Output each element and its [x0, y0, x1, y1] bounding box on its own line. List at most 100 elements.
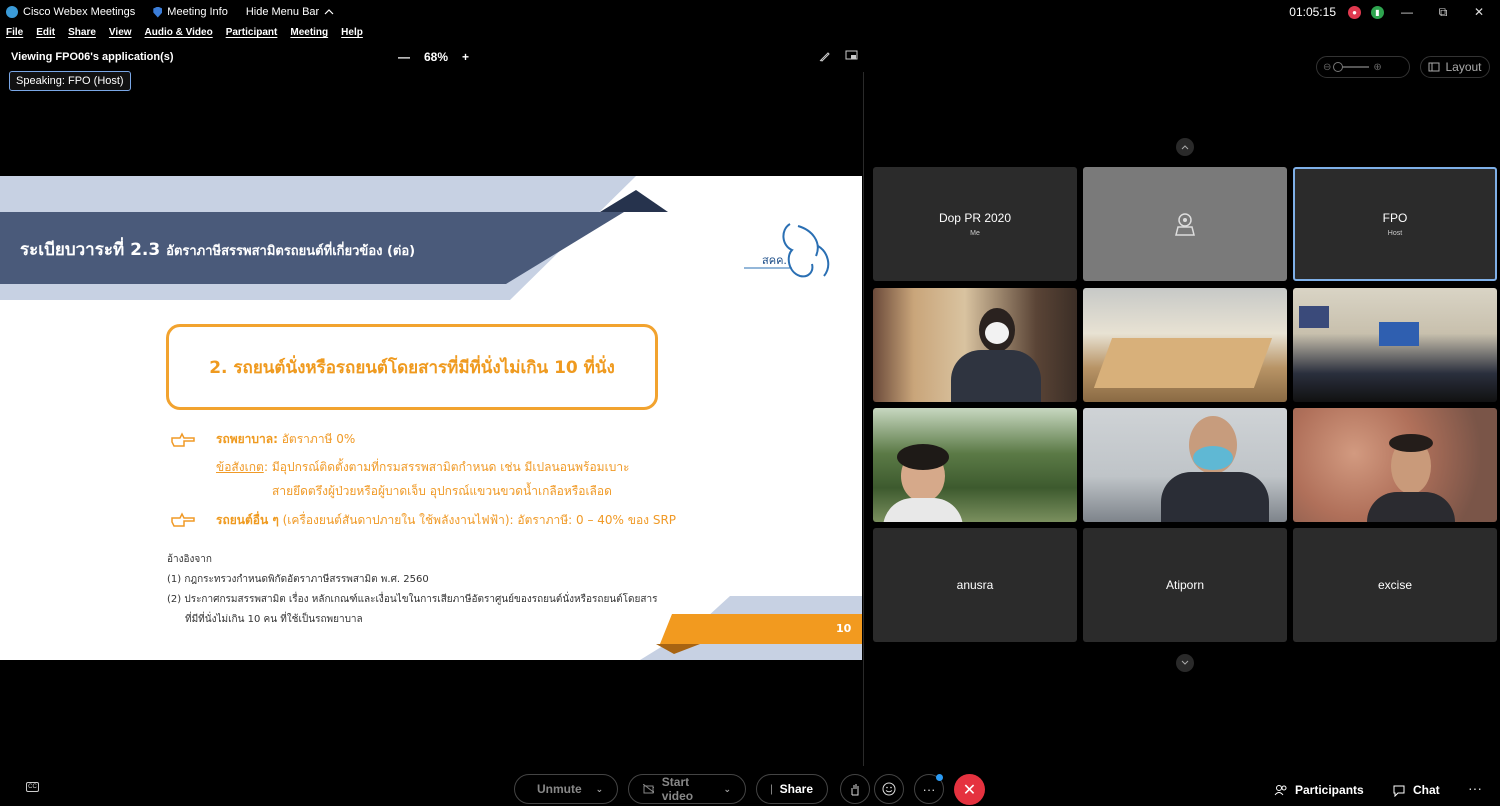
screen-display [1379, 322, 1419, 346]
menu-help[interactable]: Help [341, 27, 363, 43]
start-video-button[interactable]: Start video ⌄ [628, 774, 746, 804]
video-tile-woman-mask[interactable] [873, 288, 1077, 402]
video-layout-controls: ⊖ ⊕ Layout [1316, 56, 1490, 78]
smiley-icon [882, 782, 896, 796]
slide-title-main: ระเบียบวาระที่ 2.3 [20, 240, 161, 260]
face-mask [985, 322, 1009, 344]
slider-knob[interactable] [1333, 62, 1344, 72]
person-body [883, 498, 963, 522]
person-body [951, 350, 1041, 402]
participant-name: Dop PR 2020 [938, 211, 1012, 225]
app-title: Cisco Webex Meetings [0, 6, 135, 18]
video-zoom-slider[interactable]: ⊖ ⊕ [1316, 56, 1410, 78]
raise-hand-button[interactable] [840, 774, 870, 804]
hide-menu-bar-button[interactable]: Hide Menu Bar [246, 6, 334, 18]
chevron-down-icon [1181, 660, 1189, 665]
bullet-other-cars: รถยนต์อื่น ๆ (เครื่องยนต์สันดาปภายใน ใช้… [216, 511, 676, 530]
menu-file[interactable]: File [6, 27, 23, 43]
panel-more-button[interactable]: ··· [1468, 780, 1482, 796]
share-label: Share [779, 782, 813, 796]
recording-icon[interactable]: ● [1348, 5, 1361, 19]
participant-name: anusra [956, 578, 994, 592]
slider-track[interactable] [1333, 62, 1370, 72]
app-name: Cisco Webex Meetings [23, 6, 136, 18]
meeting-info-button[interactable]: Meeting Info [153, 6, 228, 18]
restore-button[interactable]: ⧉ [1430, 5, 1456, 20]
video-off-icon [643, 784, 654, 794]
person-body [1367, 492, 1455, 522]
zoom-level[interactable]: 68% [424, 50, 448, 64]
participant-role: Host [1387, 230, 1403, 237]
leave-meeting-button[interactable]: ✕ [954, 774, 985, 805]
bullet2-text: (เครื่องยนต์สันดาปภายใน ใช้พลังงานไฟฟ้า)… [278, 513, 677, 527]
zoom-in-button[interactable]: + [462, 50, 469, 64]
chevron-up-icon [1181, 145, 1189, 150]
reactions-button[interactable] [874, 774, 904, 804]
more-icon: ··· [922, 781, 936, 797]
reference-1: (1) กฎกระทรวงกำหนดพิกัดอัตราภาษีสรรพสามิ… [167, 574, 429, 585]
menu-share[interactable]: Share [68, 27, 96, 43]
participants-icon [1274, 785, 1287, 796]
participant-tile-anusra[interactable]: anusra [873, 528, 1077, 642]
bullet1-bold: รถพยาบาล: [216, 432, 278, 446]
layout-label: Layout [1445, 60, 1482, 74]
speaking-indicator: Speaking: FPO (Host) [9, 71, 131, 91]
video-tile-man-mask[interactable] [1083, 408, 1287, 522]
participant-name: FPO [1382, 211, 1408, 225]
participant-name: excise [1377, 578, 1412, 592]
meeting-clock: 01:05:15 [1289, 5, 1336, 19]
participants-button[interactable]: Participants [1274, 783, 1364, 797]
layout-button[interactable]: Layout [1420, 56, 1490, 78]
zoom-out-button[interactable]: — [398, 50, 410, 64]
share-icon [771, 784, 772, 795]
video-tile-woman-trees[interactable] [873, 408, 1077, 522]
zoom-control: — 68% + [398, 50, 469, 64]
participant-tile-camera[interactable] [1083, 167, 1287, 281]
closed-captions-button[interactable]: CC [26, 782, 39, 792]
zoom-out-icon: ⊖ [1323, 61, 1332, 73]
slide-title-sub: อัตราภาษีสรรพสามิตรถยนต์ที่เกี่ยวข้อง (ต… [166, 244, 416, 259]
minimize-button[interactable]: — [1394, 5, 1420, 19]
menu-meeting[interactable]: Meeting [290, 27, 328, 43]
conference-table [1093, 338, 1273, 388]
reference-heading: อ้างอิงจาก [167, 554, 212, 565]
chevron-down-icon[interactable]: ⌄ [723, 784, 731, 795]
participant-tile-fpo[interactable]: FPO Host [1293, 167, 1497, 281]
slide-title: ระเบียบวาระที่ 2.3 อัตราภาษีสรรพสามิตรถย… [20, 236, 415, 263]
video-tile-conference-hall[interactable] [1293, 288, 1497, 402]
webex-window: Cisco Webex Meetings Meeting Info Hide M… [0, 0, 1500, 806]
menu-view[interactable]: View [109, 27, 132, 43]
box-heading: 2. รถยนต์นั่งหรือรถยนต์โดยสารที่มีที่นั่… [209, 357, 615, 378]
pointing-hand-icon [171, 512, 195, 527]
unmute-button[interactable]: Unmute ⌄ [514, 774, 618, 804]
participant-role: Me [970, 230, 980, 237]
pop-out-icon[interactable] [845, 50, 858, 62]
menu-audio-video[interactable]: Audio & Video [145, 27, 213, 43]
participant-tile-excise[interactable]: excise [1293, 528, 1497, 642]
participant-tile-atiporn[interactable]: Atiporn [1083, 528, 1287, 642]
chevron-down-icon[interactable]: ⌄ [596, 784, 604, 795]
menu-participant[interactable]: Participant [226, 27, 278, 43]
viewing-bar: Viewing FPO06's application(s) — 68% + [0, 48, 864, 68]
bullet1-text: อัตราภาษี 0% [277, 432, 356, 446]
reference-2-line-1: (2) ประกาศกรมสรรพสามิต เรื่อง หลักเกณฑ์แ… [167, 594, 658, 605]
participant-tile-dop-pr[interactable]: Dop PR 2020 Me [873, 167, 1077, 281]
chevron-up-icon [324, 9, 334, 15]
scroll-up-button[interactable] [1176, 138, 1194, 156]
organization-logo: สคค. [742, 216, 837, 286]
menu-edit[interactable]: Edit [36, 27, 55, 43]
meeting-info-label: Meeting Info [167, 6, 228, 18]
video-tile-man-blurred[interactable] [1293, 408, 1497, 522]
close-button[interactable]: ✕ [1466, 5, 1492, 19]
reference-2-line-2: ที่มีที่นั่งไม่เกิน 10 คน ที่ใช้เป็นรถพย… [185, 614, 363, 625]
video-tile-meeting-room[interactable] [1083, 288, 1287, 402]
network-signal-icon[interactable]: ▮ [1371, 5, 1384, 19]
annotate-icon[interactable] [819, 50, 831, 62]
highlight-box: 2. รถยนต์นั่งหรือรถยนต์โดยสารที่มีที่นั่… [166, 324, 658, 410]
viewing-title: Viewing FPO06's application(s) [11, 51, 174, 63]
scroll-down-button[interactable] [1176, 654, 1194, 672]
participant-name: Atiporn [1165, 578, 1205, 592]
chat-button[interactable]: Chat [1392, 783, 1440, 797]
share-button[interactable]: Share [756, 774, 828, 804]
pointing-hand-icon [171, 432, 195, 447]
